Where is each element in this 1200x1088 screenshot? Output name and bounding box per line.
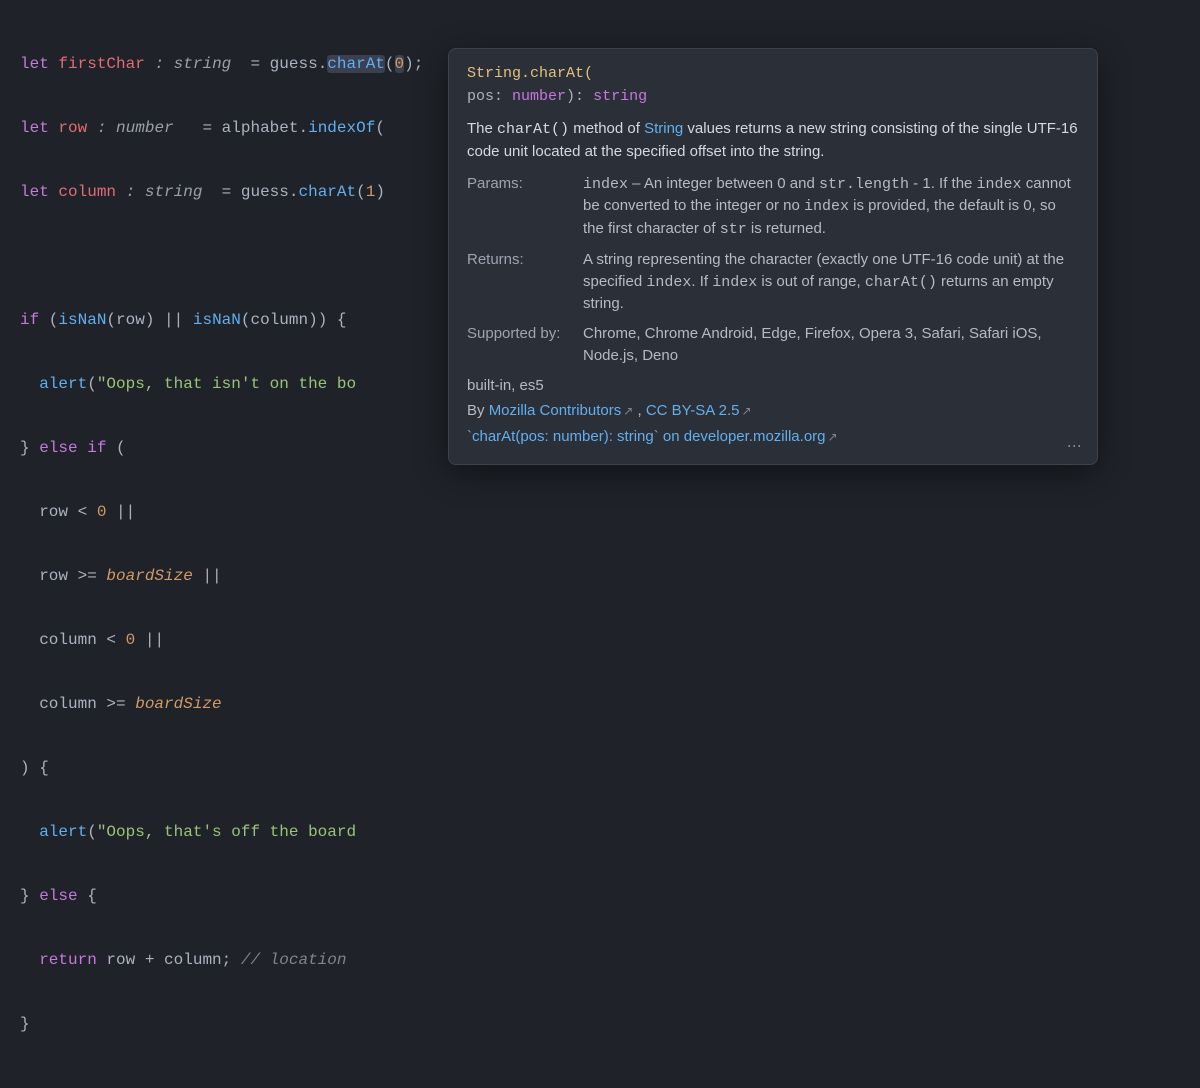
code-line: column < 0 || — [20, 624, 1180, 656]
doc-attribution: By Mozilla Contributors↗ , CC BY-SA 2.5↗ — [467, 400, 1079, 422]
doc-tags: built-in, es5 — [467, 375, 1079, 397]
doc-returns: Returns: A string representing the chara… — [467, 249, 1079, 315]
code-line: ) { — [20, 752, 1180, 784]
doc-signature: String.charAt( pos: number): string — [467, 63, 1079, 108]
doc-description: The charAt() method of String values ret… — [467, 118, 1079, 163]
code-line: return row + column; // location — [20, 944, 1180, 976]
documentation-popup[interactable]: String.charAt( pos: number): string The … — [448, 48, 1098, 465]
doc-supported: Supported by: Chrome, Chrome Android, Ed… — [467, 323, 1079, 367]
external-link-icon: ↗ — [623, 404, 633, 418]
link-license[interactable]: CC BY-SA 2.5 — [646, 402, 740, 419]
code-line: row >= boardSize || — [20, 560, 1180, 592]
doc-mdn-link: `charAt(pos: number): string` on develop… — [467, 426, 1079, 448]
code-line: row < 0 || — [20, 496, 1180, 528]
more-options-icon[interactable]: ⋮ — [1065, 439, 1085, 454]
doc-params: Params: index – An integer between 0 and… — [467, 173, 1079, 241]
link-mdn[interactable]: `charAt(pos: number): string` on develop… — [467, 428, 826, 445]
code-line: alert("Oops, that's off the board — [20, 816, 1180, 848]
symbol-charAt[interactable]: charAt — [327, 55, 385, 73]
external-link-icon: ↗ — [828, 430, 838, 444]
code-line: } else { — [20, 880, 1180, 912]
external-link-icon: ↗ — [741, 404, 751, 418]
code-line: } — [20, 1008, 1180, 1040]
link-string[interactable]: String — [644, 120, 683, 137]
code-line: column >= boardSize — [20, 688, 1180, 720]
link-contributors[interactable]: Mozilla Contributors — [489, 402, 622, 419]
